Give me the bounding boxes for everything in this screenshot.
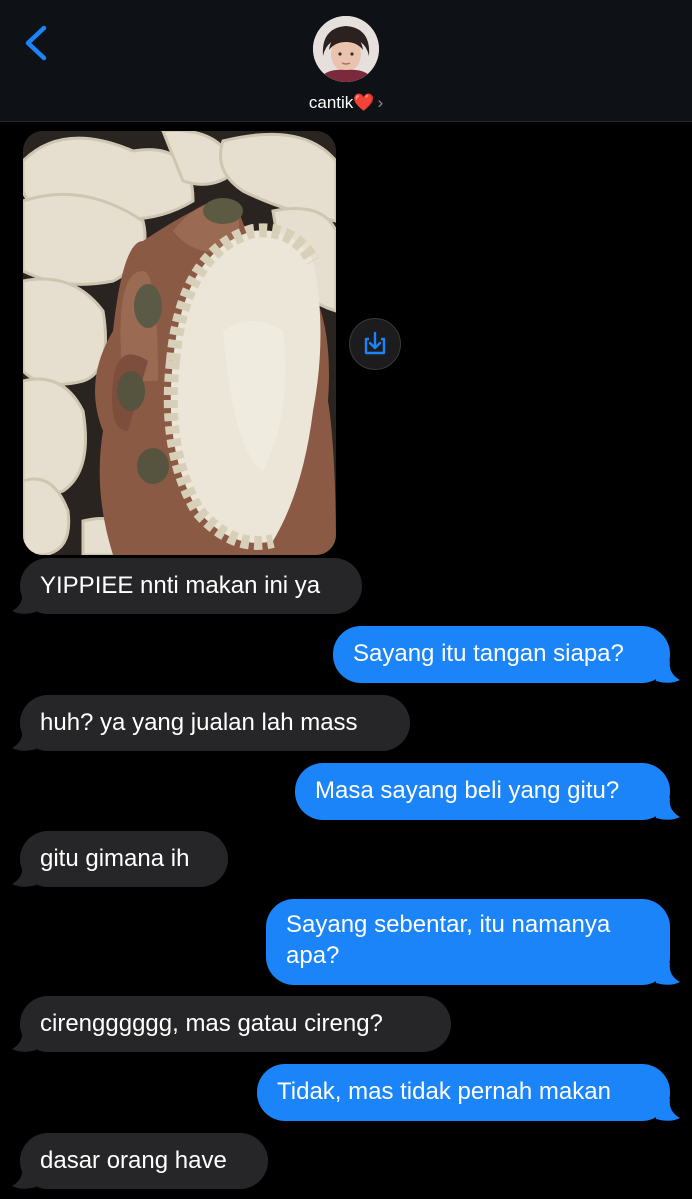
message-text: gitu gimana ih xyxy=(40,845,190,872)
message-received[interactable]: YIPPIEE nnti makan ini ya xyxy=(20,558,362,614)
chevron-right-icon: › xyxy=(377,93,384,112)
message-text: YIPPIEE nnti makan ini ya xyxy=(40,572,321,599)
bubble-tail xyxy=(12,1167,36,1189)
bubble-tail xyxy=(12,592,36,614)
message-text: Masa sayang beli yang gitu? xyxy=(315,777,620,804)
message-received[interactable]: dasar orang have xyxy=(20,1133,268,1189)
bubble-tail xyxy=(656,798,680,820)
bubble-tail xyxy=(12,865,36,887)
message-received[interactable]: huh? ya yang jualan lah mass xyxy=(20,695,410,751)
bubble-tail xyxy=(656,1099,680,1121)
message-sent[interactable]: Masa sayang beli yang gitu? xyxy=(295,763,670,820)
message-text: huh? ya yang jualan lah mass xyxy=(40,709,358,736)
save-photo-button[interactable] xyxy=(349,318,401,370)
message-sent[interactable]: Tidak, mas tidak pernah makan xyxy=(257,1064,670,1121)
bubble-tail xyxy=(656,963,680,985)
message-text: cirengggggg, mas gatau cireng? xyxy=(40,1010,383,1037)
bubble-tail xyxy=(12,1030,36,1052)
bubble-tail xyxy=(12,729,36,751)
back-button[interactable] xyxy=(18,22,58,62)
message-text: Tidak, mas tidak pernah makan xyxy=(277,1078,611,1105)
photo-message[interactable] xyxy=(23,131,336,555)
message-text: dasar orang have xyxy=(40,1147,227,1174)
download-icon xyxy=(364,331,386,355)
chevron-left-icon xyxy=(25,25,47,61)
conversation-header: cantik❤️ › xyxy=(0,0,692,122)
message-text-line: Sayang sebentar, itu namanya xyxy=(286,911,611,938)
heart-emoji: ❤️ xyxy=(353,93,375,112)
message-received[interactable]: gitu gimana ih xyxy=(20,831,228,887)
bubble-tail xyxy=(656,661,680,683)
message-sent[interactable]: Sayang sebentar, itu namanya apa? xyxy=(266,899,670,985)
dumpling-photo xyxy=(23,131,336,555)
message-sent[interactable]: Sayang itu tangan siapa? xyxy=(333,626,670,683)
message-received[interactable]: cirengggggg, mas gatau cireng? xyxy=(20,996,451,1052)
contact-name-button[interactable]: cantik❤️ › xyxy=(0,92,692,114)
message-text-line: apa? xyxy=(286,942,340,969)
contact-name: cantik xyxy=(308,93,354,112)
avatar-photo xyxy=(313,16,379,82)
contact-avatar[interactable] xyxy=(313,16,379,82)
message-text: Sayang itu tangan siapa? xyxy=(353,640,624,667)
